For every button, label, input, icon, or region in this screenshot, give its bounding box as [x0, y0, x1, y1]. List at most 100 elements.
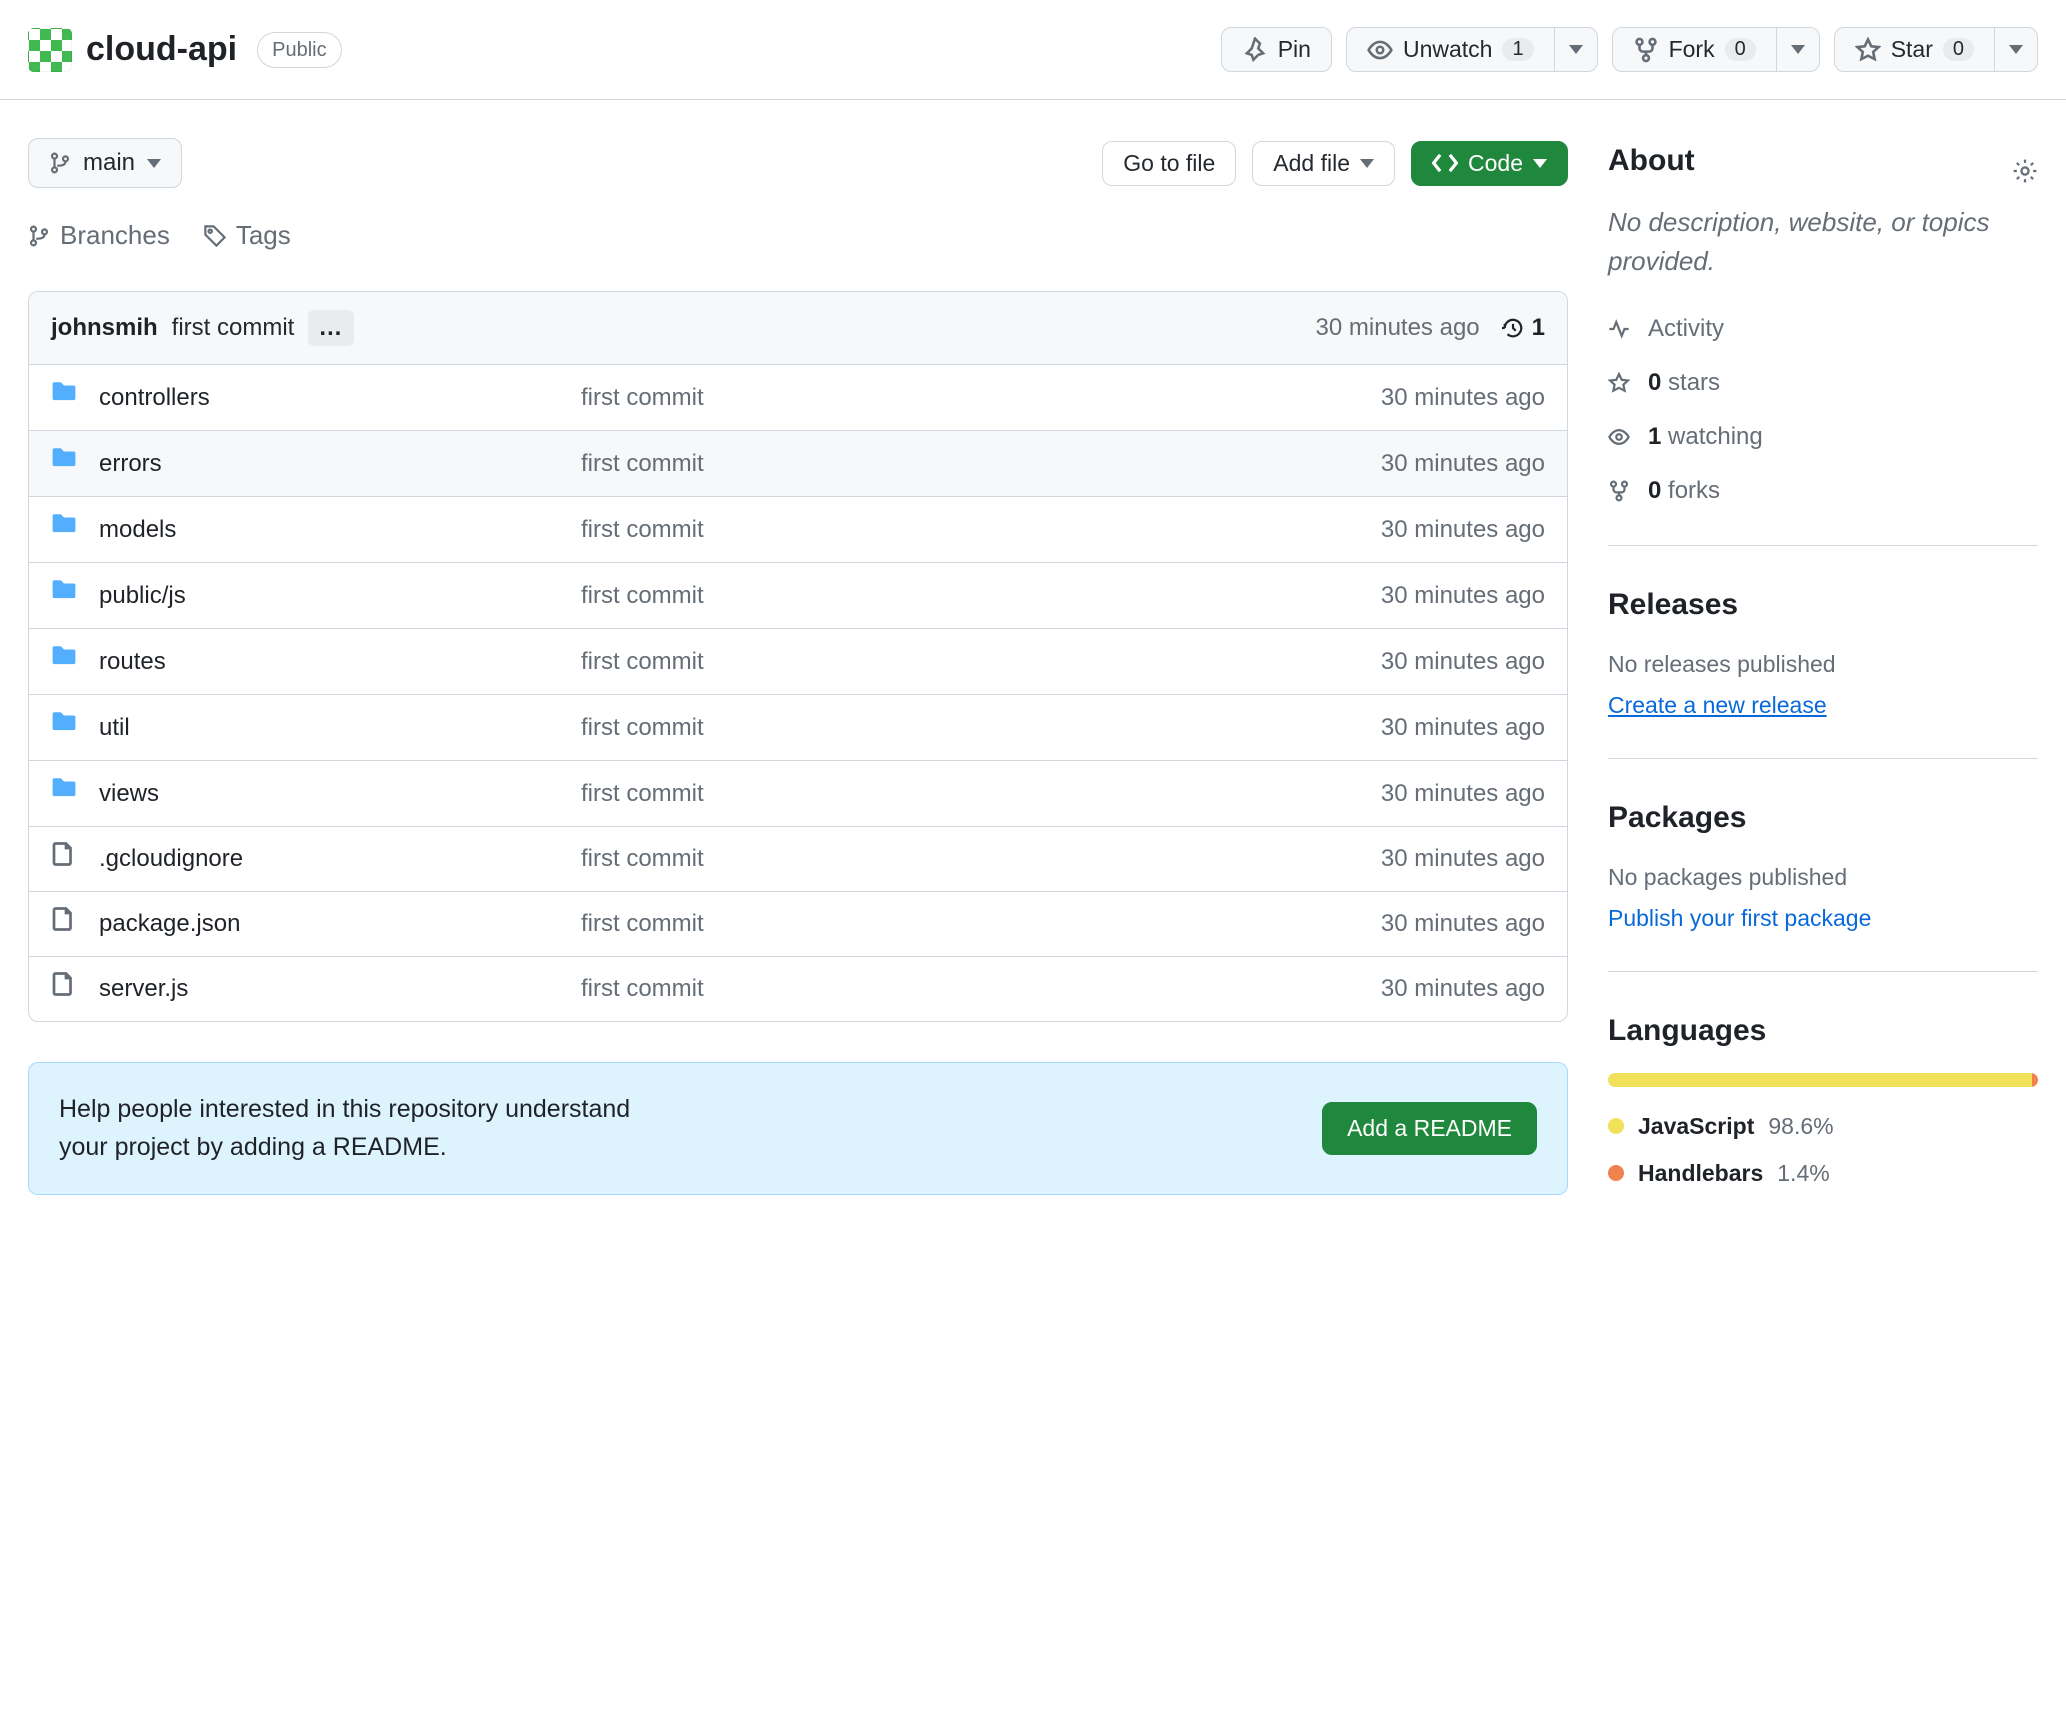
folder-icon — [51, 775, 99, 812]
repo-avatar[interactable] — [28, 28, 72, 72]
fork-menu-button[interactable] — [1777, 27, 1820, 72]
go-to-file-label: Go to file — [1123, 150, 1215, 177]
file-commit-message[interactable]: first commit — [581, 644, 1063, 680]
code-icon — [1432, 150, 1458, 176]
file-row[interactable]: package.jsonfirst commit30 minutes ago — [29, 892, 1567, 957]
activity-label: Activity — [1648, 311, 1724, 347]
file-name[interactable]: routes — [99, 644, 581, 680]
pin-button[interactable]: Pin — [1221, 27, 1332, 72]
file-name[interactable]: package.json — [99, 906, 581, 942]
commit-message[interactable]: first commit — [172, 310, 295, 346]
caret-down-icon — [1569, 45, 1583, 54]
releases-none: No releases published — [1608, 647, 2038, 682]
file-row[interactable]: server.jsfirst commit30 minutes ago — [29, 957, 1567, 1021]
create-release-link[interactable]: Create a new release — [1608, 692, 1827, 718]
file-row[interactable]: modelsfirst commit30 minutes ago — [29, 497, 1567, 563]
language-name: Handlebars — [1638, 1156, 1763, 1191]
file-row[interactable]: controllersfirst commit30 minutes ago — [29, 365, 1567, 431]
file-commit-time: 30 minutes ago — [1063, 971, 1545, 1007]
commit-time: 30 minutes ago — [1316, 310, 1480, 346]
forks-link[interactable]: 0 forks — [1608, 473, 2038, 509]
languages-bar — [1608, 1073, 2038, 1087]
watch-count: 1 — [1502, 38, 1533, 61]
file-name[interactable]: util — [99, 710, 581, 746]
fork-icon — [1608, 480, 1630, 502]
file-name[interactable]: .gcloudignore — [99, 841, 581, 877]
activity-link[interactable]: Activity — [1608, 311, 2038, 347]
divider — [1608, 758, 2038, 759]
unwatch-button[interactable]: Unwatch 1 — [1346, 27, 1555, 72]
stars-link[interactable]: 0 stars — [1608, 365, 2038, 401]
commit-author[interactable]: johnsmih — [51, 310, 158, 346]
file-commit-message[interactable]: first commit — [581, 841, 1063, 877]
repo-name[interactable]: cloud-api — [86, 24, 237, 75]
commits-link[interactable]: 1 — [1502, 310, 1545, 346]
language-item[interactable]: Handlebars1.4% — [1608, 1156, 2038, 1191]
file-commit-message[interactable]: first commit — [581, 446, 1063, 482]
sidebar: About No description, website, or topics… — [1608, 138, 2038, 1226]
main-column: main Go to file Add file Code Branches — [28, 138, 1568, 1226]
folder-icon — [51, 379, 99, 416]
star-menu-button[interactable] — [1995, 27, 2038, 72]
tag-icon — [204, 225, 226, 247]
file-row[interactable]: errorsfirst commit30 minutes ago — [29, 431, 1567, 497]
file-row[interactable]: viewsfirst commit30 minutes ago — [29, 761, 1567, 827]
tags-link[interactable]: Tags — [204, 216, 291, 255]
file-commit-time: 30 minutes ago — [1063, 841, 1545, 877]
file-row[interactable]: utilfirst commit30 minutes ago — [29, 695, 1567, 761]
tags-label: Tags — [236, 216, 291, 255]
file-commit-message[interactable]: first commit — [581, 578, 1063, 614]
publish-package-link[interactable]: Publish your first package — [1608, 905, 1871, 931]
file-commit-message[interactable]: first commit — [581, 710, 1063, 746]
code-toolbar: main Go to file Add file Code — [28, 138, 1568, 188]
file-name[interactable]: errors — [99, 446, 581, 482]
folder-icon — [51, 577, 99, 614]
go-to-file-button[interactable]: Go to file — [1102, 141, 1236, 186]
file-name[interactable]: views — [99, 776, 581, 812]
watching-link[interactable]: 1 watching — [1608, 419, 2038, 455]
fork-label: Fork — [1669, 36, 1715, 63]
branches-link[interactable]: Branches — [28, 216, 170, 255]
branches-label: Branches — [60, 216, 170, 255]
settings-icon[interactable] — [2012, 158, 2038, 184]
unwatch-label: Unwatch — [1403, 36, 1492, 63]
add-file-button[interactable]: Add file — [1252, 141, 1395, 186]
file-icon — [51, 906, 99, 942]
file-commit-message[interactable]: first commit — [581, 512, 1063, 548]
stars-label: stars — [1668, 369, 1720, 396]
eye-icon — [1608, 426, 1630, 448]
file-row[interactable]: public/jsfirst commit30 minutes ago — [29, 563, 1567, 629]
star-button[interactable]: Star 0 — [1834, 27, 1995, 72]
file-name[interactable]: public/js — [99, 578, 581, 614]
fork-button[interactable]: Fork 0 — [1612, 27, 1777, 72]
branch-tag-links: Branches Tags — [28, 216, 1568, 255]
file-name[interactable]: models — [99, 512, 581, 548]
code-label: Code — [1468, 150, 1523, 177]
file-icon — [51, 971, 99, 1007]
folder-icon — [51, 445, 99, 482]
commit-ellipsis-button[interactable]: … — [308, 310, 354, 346]
about-heading: About — [1608, 138, 1695, 183]
file-name[interactable]: server.js — [99, 971, 581, 1007]
watch-menu-button[interactable] — [1555, 27, 1598, 72]
language-name: JavaScript — [1638, 1109, 1754, 1144]
releases-heading: Releases — [1608, 582, 2038, 627]
file-row[interactable]: .gcloudignorefirst commit30 minutes ago — [29, 827, 1567, 892]
fork-icon — [1633, 37, 1659, 63]
file-browser: johnsmih first commit … 30 minutes ago 1… — [28, 291, 1568, 1022]
add-readme-button[interactable]: Add a README — [1322, 1102, 1537, 1155]
file-commit-message[interactable]: first commit — [581, 971, 1063, 1007]
file-commit-message[interactable]: first commit — [581, 906, 1063, 942]
watching-label: watching — [1668, 423, 1763, 450]
file-commit-message[interactable]: first commit — [581, 380, 1063, 416]
code-button[interactable]: Code — [1411, 141, 1568, 186]
caret-down-icon — [1791, 45, 1805, 54]
file-commit-message[interactable]: first commit — [581, 776, 1063, 812]
language-item[interactable]: JavaScript98.6% — [1608, 1109, 2038, 1144]
branch-icon — [49, 152, 71, 174]
file-row[interactable]: routesfirst commit30 minutes ago — [29, 629, 1567, 695]
branch-select-button[interactable]: main — [28, 138, 182, 188]
star-icon — [1608, 372, 1630, 394]
header-actions: Pin Unwatch 1 Fork 0 Star 0 — [1221, 27, 2038, 72]
file-name[interactable]: controllers — [99, 380, 581, 416]
